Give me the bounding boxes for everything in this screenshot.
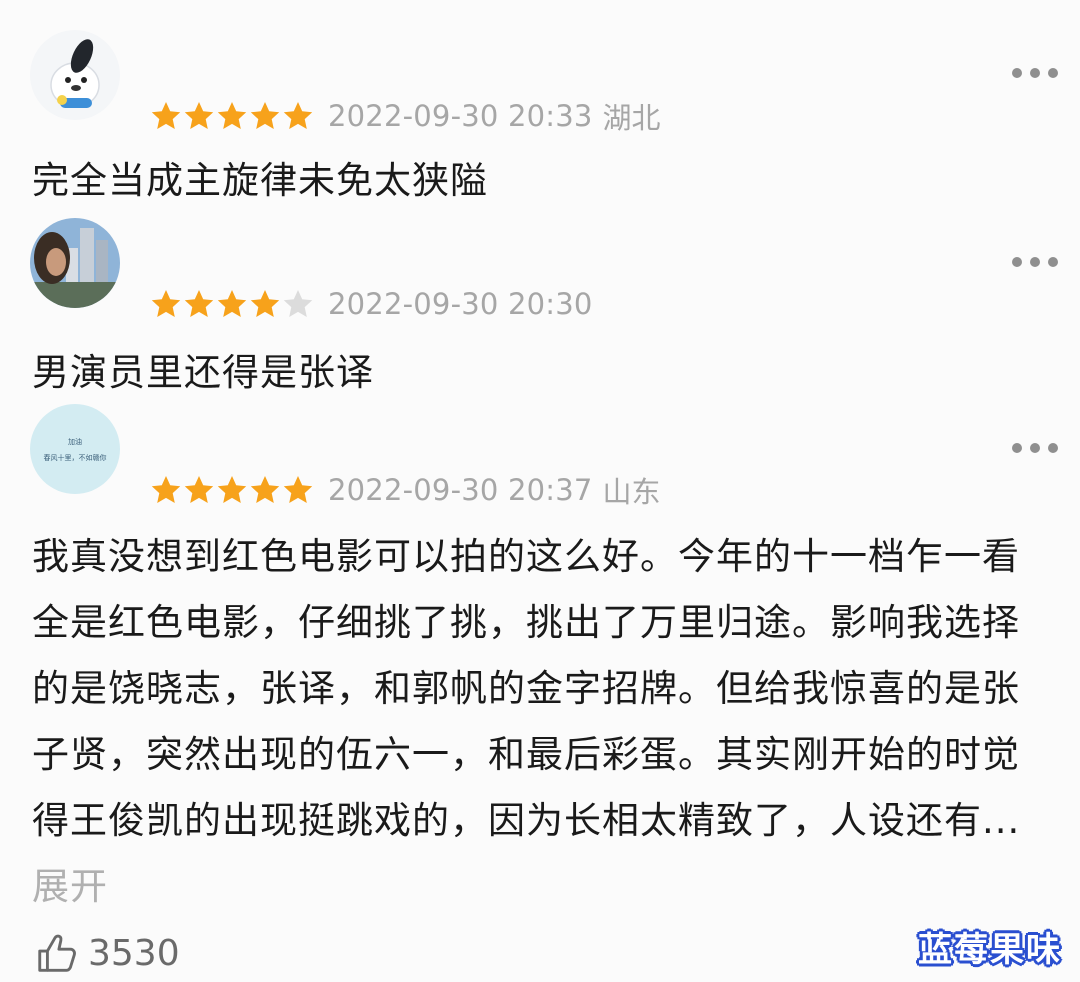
more-options-icon[interactable]	[1012, 256, 1058, 268]
star-icon	[184, 290, 214, 317]
user-avatar[interactable]	[30, 218, 120, 308]
star-icon	[151, 290, 181, 317]
star-icon	[250, 102, 280, 129]
star-icon	[151, 102, 181, 129]
avatar-text: 春风十里，不如赣你	[44, 453, 107, 462]
review-text: 我真没想到红色电影可以拍的这么好。今年的十一档乍一看全是红色电影，仔细挑了挑，挑…	[32, 524, 1042, 920]
star-icon	[250, 290, 280, 317]
user-avatar[interactable]	[30, 30, 120, 120]
review-meta: 2022-09-30 20:37 山东	[150, 470, 661, 510]
star-icon	[184, 102, 214, 129]
star-icon	[217, 102, 247, 129]
review-meta: 2022-09-30 20:33 湖北	[150, 96, 661, 136]
review-location: 湖北	[602, 101, 661, 135]
rating-stars	[150, 100, 314, 132]
like-count: 3530	[88, 932, 180, 974]
expand-link[interactable]: 展开	[32, 865, 108, 908]
star-icon	[217, 290, 247, 317]
star-icon	[184, 476, 214, 503]
review-text: 男演员里还得是张译	[32, 351, 374, 394]
star-icon	[283, 476, 313, 503]
more-options-icon[interactable]	[1012, 67, 1058, 79]
watermark: 蓝莓果味	[918, 930, 1062, 970]
review-date: 2022-09-30 20:33	[328, 99, 593, 133]
more-options-icon[interactable]	[1012, 442, 1058, 454]
rating-stars	[150, 288, 314, 320]
like-button[interactable]: 3530	[34, 930, 180, 976]
star-icon	[283, 102, 313, 129]
review-date: 2022-09-30 20:30	[328, 287, 593, 321]
thumbs-up-icon	[38, 934, 76, 972]
review-location: 山东	[602, 475, 661, 509]
star-icon	[283, 290, 313, 317]
star-icon	[217, 476, 247, 503]
avatar-text: 加油	[68, 437, 82, 446]
star-icon	[151, 476, 181, 503]
user-avatar[interactable]: 加油 春风十里，不如赣你	[30, 404, 120, 494]
review-date: 2022-09-30 20:37	[328, 473, 593, 507]
review-meta: 2022-09-30 20:30	[150, 284, 593, 324]
star-icon	[250, 476, 280, 503]
rating-stars	[150, 474, 314, 506]
review-text-body: 我真没想到红色电影可以拍的这么好。今年的十一档乍一看全是红色电影，仔细挑了挑，挑…	[32, 535, 1021, 842]
review-text: 完全当成主旋律未免太狭隘	[32, 159, 488, 202]
